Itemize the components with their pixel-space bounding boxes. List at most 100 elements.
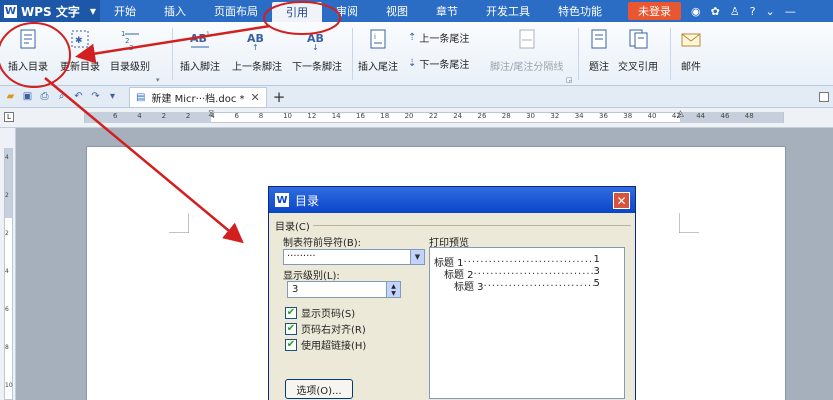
- chevron-down-icon: ▼: [89, 6, 96, 16]
- ruler-number: 6: [234, 112, 239, 120]
- ruler-number: 40: [647, 112, 657, 120]
- restore-icon[interactable]: [819, 91, 829, 102]
- toc-level-button[interactable]: 123 目录级别: [110, 26, 150, 73]
- caption-button[interactable]: 题注: [586, 26, 612, 73]
- preview-heading: 标题 3: [454, 282, 484, 293]
- app-name: WPS 文字: [21, 4, 80, 19]
- next-endnote-button[interactable]: ⇣ 下一条尾注: [408, 56, 469, 71]
- leader-select[interactable]: ········· ▼: [283, 249, 425, 265]
- save-icon[interactable]: ▣: [21, 90, 34, 103]
- document-icon: ▤: [136, 91, 146, 103]
- preview-page: 5: [593, 278, 600, 289]
- tab-review[interactable]: 审阅: [322, 0, 372, 22]
- dialog-close-button[interactable]: ✕: [613, 192, 630, 209]
- document-tab[interactable]: ▤ 新建 Micr···档.doc * ✕: [129, 86, 267, 107]
- redo-icon[interactable]: ↷: [89, 90, 102, 103]
- cross-ref-button[interactable]: 交叉引用: [618, 26, 658, 73]
- ruler-number: 12: [307, 112, 317, 120]
- horizontal-ruler[interactable]: L ⧖ ◬ 6 4 2 2 4 6 8 10 12 14 16 18 20 22 24 26 28 30 32 34 3…: [0, 108, 833, 128]
- preview-row: 标题 3 ...................................…: [454, 278, 600, 293]
- prev-endnote-button[interactable]: ⇡ 上一条尾注: [408, 30, 469, 45]
- vertical-ruler-number: 2: [5, 192, 9, 199]
- tab-chapter[interactable]: 章节: [422, 0, 472, 22]
- cross-ref-label: 交叉引用: [618, 62, 658, 73]
- ribbon: 插入目录 ✱ 更新目录 123 目录级别 ▾ AB 1 插入脚注 AB ↑ 上一条脚…: [0, 22, 833, 86]
- ruler-number: 46: [720, 112, 730, 120]
- cross-ref-icon: [625, 26, 651, 52]
- ruler-number: 4: [137, 112, 142, 120]
- show-page-number-checkbox[interactable]: ✔ 显示页码(S): [285, 305, 355, 320]
- insert-footnote-button[interactable]: AB 1 插入脚注: [180, 26, 220, 73]
- tab-features[interactable]: 特色功能: [544, 0, 616, 22]
- ruler-number: 18: [380, 112, 390, 120]
- print-preview-box: 标题 1 ...................................…: [429, 247, 625, 399]
- tab-view[interactable]: 视图: [372, 0, 422, 22]
- ruler-number: 8: [258, 112, 264, 120]
- separator-line-button[interactable]: 脚注/尾注分隔线: [490, 26, 563, 73]
- tab-start[interactable]: 开始: [100, 0, 150, 22]
- leader-value: ·········: [287, 251, 316, 262]
- ruler-left-margin: [85, 112, 211, 123]
- tab-reference[interactable]: 引用: [272, 2, 322, 22]
- right-align-label: 页码右对齐(R): [301, 325, 366, 336]
- dialog-title-bar[interactable]: W 目录: [269, 187, 635, 213]
- prev-footnote-button[interactable]: AB ↑ 上一条脚注: [232, 26, 282, 73]
- close-tab-icon[interactable]: ✕: [251, 91, 260, 104]
- caption-label: 题注: [589, 62, 609, 73]
- options-button[interactable]: 选项(O)...: [285, 379, 353, 399]
- wps-logo-icon: W: [275, 193, 289, 207]
- customize-icon[interactable]: ▾: [106, 90, 119, 103]
- insert-toc-button[interactable]: 插入目录: [8, 26, 48, 73]
- right-align-checkbox[interactable]: ✔ 页码右对齐(R): [285, 321, 366, 336]
- tab-developer[interactable]: 开发工具: [472, 0, 544, 22]
- sync-icon[interactable]: ◉: [691, 5, 701, 18]
- minimize-icon[interactable]: ⌄: [766, 5, 775, 18]
- next-footnote-label: 下一条脚注: [292, 62, 342, 73]
- ruler-number: 24: [453, 112, 463, 120]
- prev-footnote-icon: AB ↑: [244, 26, 270, 52]
- svg-text:1: 1: [206, 31, 210, 38]
- prev-endnote-icon: ⇡: [408, 32, 417, 43]
- level-value: 3: [292, 284, 299, 295]
- tab-insert[interactable]: 插入: [150, 0, 200, 22]
- update-toc-label: 更新目录: [60, 62, 100, 73]
- toc-dialog: W 目录 ✕ 目录(C) 制表符前导符(B): ········· ▼ 显示级别…: [268, 186, 636, 400]
- preview-dots: ........................................: [483, 278, 594, 289]
- hyperlink-checkbox[interactable]: ✔ 使用超链接(H): [285, 337, 366, 352]
- show-page-number-label: 显示页码(S): [301, 309, 356, 320]
- svg-text:✱: ✱: [75, 36, 83, 46]
- print-preview-icon[interactable]: ⌕: [55, 90, 68, 103]
- login-button[interactable]: 未登录: [628, 2, 681, 20]
- mail-button[interactable]: 邮件: [678, 26, 704, 73]
- undo-icon[interactable]: ↶: [72, 90, 85, 103]
- open-icon[interactable]: ▰: [4, 90, 17, 103]
- checkmark-icon: ✔: [285, 322, 297, 335]
- app-menu-button[interactable]: W WPS 文字 ▼: [0, 0, 100, 22]
- ruler-number: 2: [161, 112, 167, 120]
- footnote-icon: AB 1: [187, 26, 213, 52]
- ruler-number: 6: [113, 112, 118, 120]
- vertical-ruler-number: 8: [5, 344, 9, 351]
- shirt-icon[interactable]: ♙: [730, 5, 740, 18]
- next-footnote-button[interactable]: AB ↓ 下一条脚注: [292, 26, 342, 73]
- skin-icon[interactable]: ✿: [711, 5, 720, 18]
- leader-label: 制表符前导符(B):: [283, 238, 362, 249]
- checkmark-icon: ✔: [285, 338, 297, 351]
- tab-stop-selector-icon[interactable]: L: [4, 112, 14, 122]
- close-window-icon[interactable]: —: [785, 5, 796, 18]
- refresh-toc-icon: ✱: [67, 26, 93, 52]
- insert-endnote-button[interactable]: i 插入尾注: [358, 26, 398, 73]
- tab-page-layout[interactable]: 页面布局: [200, 0, 272, 22]
- chevron-down-icon[interactable]: ▼: [410, 250, 424, 264]
- update-toc-button[interactable]: ✱ 更新目录: [60, 26, 100, 73]
- new-tab-icon[interactable]: +: [273, 88, 286, 106]
- ruler-number: 34: [574, 112, 584, 120]
- help-icon[interactable]: ?: [750, 5, 756, 18]
- print-icon[interactable]: ⎙: [38, 90, 51, 103]
- dialog-launcher-icon[interactable]: ◲: [566, 76, 573, 84]
- wps-logo-icon: W: [4, 4, 17, 18]
- vertical-ruler-number: 4: [5, 154, 9, 161]
- level-spinner[interactable]: 3 ▲ ▼: [287, 281, 401, 298]
- ribbon-separator: [670, 28, 671, 80]
- spinner-arrows-icon[interactable]: ▲ ▼: [386, 282, 400, 297]
